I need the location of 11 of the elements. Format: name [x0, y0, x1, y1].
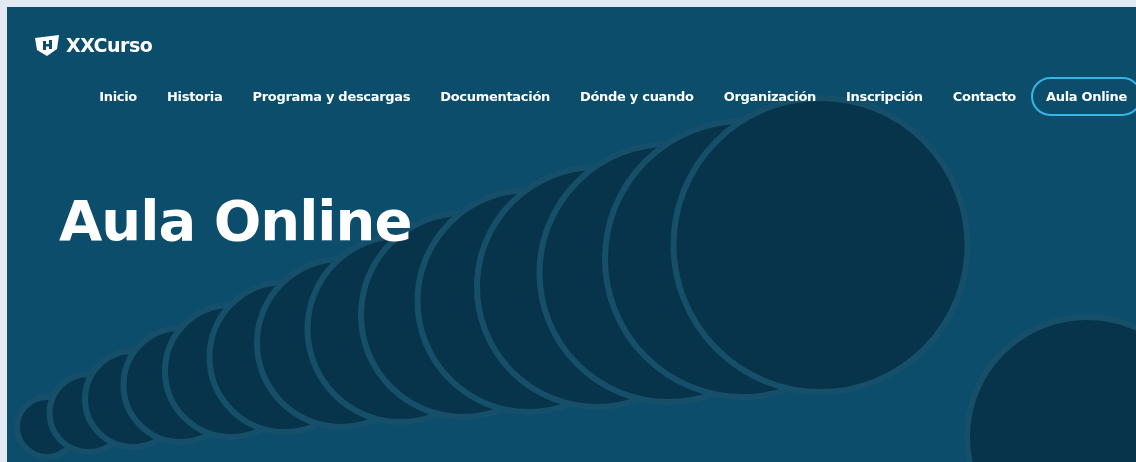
- nav-link[interactable]: Aula Online: [1030, 77, 1136, 116]
- nav-link[interactable]: Organización: [708, 77, 831, 116]
- logo-text: XXCurso: [66, 34, 153, 56]
- page-title: Aula Online: [59, 188, 413, 253]
- nav-link[interactable]: Inscripción: [831, 77, 938, 116]
- nav-link[interactable]: Documentación: [425, 77, 565, 116]
- nav-link[interactable]: Contacto: [937, 77, 1031, 116]
- nav-link[interactable]: Inicio: [84, 77, 152, 116]
- nav-link[interactable]: Dónde y cuando: [565, 77, 709, 116]
- nav-link[interactable]: Historia: [152, 77, 238, 116]
- nav-link[interactable]: Programa y descargas: [237, 77, 426, 116]
